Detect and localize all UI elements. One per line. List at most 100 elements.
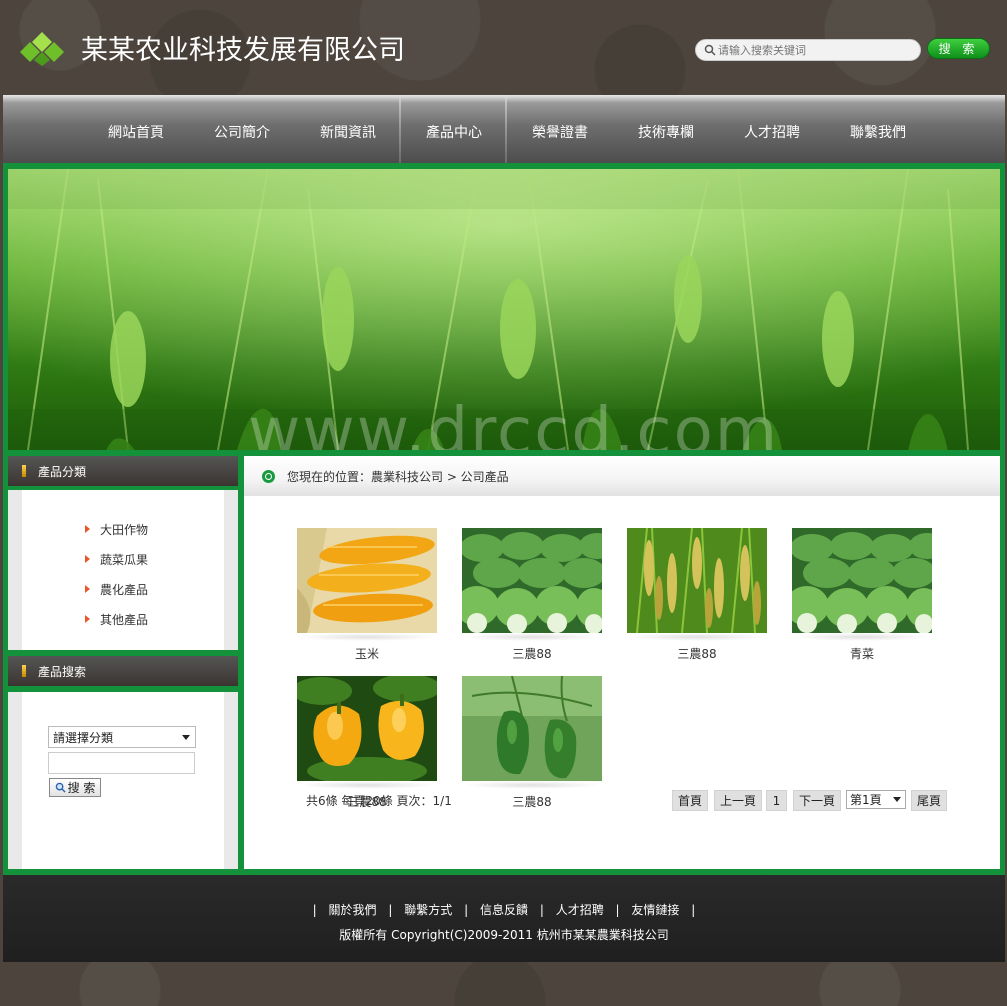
category-select[interactable]: 請選擇分類 [48,726,196,748]
footer: | 關於我們 | 聯繫方式 | 信息反饋 | 人才招聘 | 友情鏈接 | 版權所… [3,875,1005,962]
nav-item-products[interactable]: 產品中心 [401,95,507,163]
company-name: 某某农业科技发展有限公司 [81,35,405,66]
product-name[interactable]: 三農88 [462,645,602,662]
nav-item-honors[interactable]: 榮譽證書 [507,95,613,163]
header-marker-icon [22,665,26,677]
prev-page-button[interactable]: 上一頁 [714,790,762,811]
category-label: 農化產品 [100,582,149,597]
arrow-right-icon [85,585,90,593]
main-nav: 網站首頁 公司簡介 新聞資訊 產品中心 榮譽證書 技術專欄 人才招聘 聯繫我們 [3,95,1005,163]
panel-rail [8,692,22,869]
panel-rail [224,490,238,650]
nav-item-tech[interactable]: 技術專欄 [613,95,719,163]
footer-link-jobs[interactable]: 人才招聘 [556,903,604,917]
product-image-yellow-pepper[interactable] [297,676,437,781]
category-item[interactable]: 農化產品 [85,574,148,604]
footer-separator: | [615,903,620,917]
nav-item-news[interactable]: 新聞資訊 [295,95,401,163]
page: 某某农业科技发展有限公司 搜 索 網站首頁 公司簡介 新聞資訊 產品中心 榮譽證… [0,0,1007,1006]
product-search-panel-title: 產品搜索 [38,664,87,679]
search-icon [704,44,716,56]
product-card[interactable]: 三農88 [462,528,602,662]
category-label: 蔬菜瓜果 [100,552,149,567]
image-shadow [462,633,602,641]
category-panel-title: 產品分類 [38,464,87,479]
breadcrumb-text: 您現在的位置：農業科技公司 > 公司產品 [287,469,509,484]
category-label: 其他產品 [100,612,149,627]
footer-links: | 關於我們 | 聯繫方式 | 信息反饋 | 人才招聘 | 友情鏈接 | [3,901,1005,918]
product-image-cabbage[interactable] [792,528,932,633]
panel-rail [8,490,22,650]
product-search-button-label: 搜 索 [67,781,96,795]
footer-link-about[interactable]: 關於我們 [329,903,377,917]
product-name[interactable]: 三農88 [627,645,767,662]
nav-item-jobs[interactable]: 人才招聘 [719,95,825,163]
product-search-panel: 請選擇分類 搜 索 [8,692,238,869]
product-card[interactable]: 青菜 [792,528,932,662]
next-page-button[interactable]: 下一頁 [793,790,841,811]
category-panel: 大田作物 蔬菜瓜果 農化產品 其他產品 [8,490,238,650]
category-label: 大田作物 [100,522,149,537]
arrow-right-icon [85,555,90,563]
product-image-corn[interactable] [297,528,437,633]
image-shadow [627,633,767,641]
header-search-button[interactable]: 搜 索 [927,38,990,59]
main-frame: www.drccd.com 產品分類 大田作物 蔬菜瓜果 農化產品 其他產品 產… [3,163,1005,875]
page-select-value: 第1頁 [850,793,882,807]
category-panel-header: 產品分類 [8,456,238,486]
product-name[interactable]: 玉米 [297,645,437,662]
footer-link-contact[interactable]: 聯繫方式 [404,903,452,917]
image-shadow [297,781,437,789]
footer-copyright: 版權所有 Copyright(C)2009-2011 杭州市某某農業科技公司 [339,928,669,942]
image-shadow [297,633,437,641]
header-marker-icon [22,465,26,477]
nav-item-home[interactable]: 網站首頁 [83,95,189,163]
product-image-green-pepper[interactable] [462,676,602,781]
category-item[interactable]: 大田作物 [85,514,148,544]
category-item[interactable]: 蔬菜瓜果 [85,544,148,574]
banner-image: www.drccd.com [8,169,1000,450]
page-info: 共6條 每頁20條 頁次：1/1 [306,794,452,808]
category-select-value: 請選擇分類 [53,730,114,745]
product-card[interactable]: 玉米 [297,528,437,662]
header: 某某农业科技发展有限公司 搜 索 [0,0,1007,95]
footer-separator: | [388,903,393,917]
image-shadow [792,633,932,641]
image-shadow [462,781,602,789]
chevron-down-icon [182,735,190,740]
breadcrumb: 您現在的位置：農業科技公司 > 公司產品 [244,456,1000,496]
arrow-right-icon [85,615,90,623]
banner-watermark: www.drccd.com [248,395,780,450]
footer-separator: | [312,903,317,917]
product-name[interactable]: 三農88 [462,793,602,810]
page-select[interactable]: 第1頁 [846,790,906,809]
nav-item-about[interactable]: 公司簡介 [189,95,295,163]
header-search-input[interactable] [718,43,908,57]
location-dot-icon [262,469,275,483]
footer-separator: | [539,903,544,917]
footer-separator: | [691,903,696,917]
header-search-box[interactable] [695,39,921,61]
chevron-down-icon [893,797,901,802]
logo-diamond-icon [20,32,64,66]
product-search-panel-header: 產品搜索 [8,656,238,686]
last-page-button[interactable]: 尾頁 [911,790,947,811]
product-search-button[interactable]: 搜 索 [49,778,101,797]
product-image-cabbage[interactable] [462,528,602,633]
product-card[interactable]: 三農88 [462,676,602,810]
product-card[interactable]: 三農88 [297,676,437,810]
product-image-rice[interactable] [627,528,767,633]
first-page-button[interactable]: 首頁 [672,790,708,811]
arrow-right-icon [85,525,90,533]
category-item[interactable]: 其他產品 [85,604,148,634]
page-number-button[interactable]: 1 [766,790,787,811]
product-name[interactable]: 青菜 [792,645,932,662]
content-panel: 您現在的位置：農業科技公司 > 公司產品 玉米 三農88 三農88 青菜 三農8… [244,456,1000,869]
keyword-input[interactable] [48,752,195,774]
panel-rail [224,692,238,869]
category-list: 大田作物 蔬菜瓜果 農化產品 其他產品 [85,514,148,634]
product-card[interactable]: 三農88 [627,528,767,662]
footer-link-friends[interactable]: 友情鏈接 [631,903,679,917]
footer-link-feedback[interactable]: 信息反饋 [480,903,528,917]
nav-item-contact[interactable]: 聯繫我們 [825,95,931,163]
